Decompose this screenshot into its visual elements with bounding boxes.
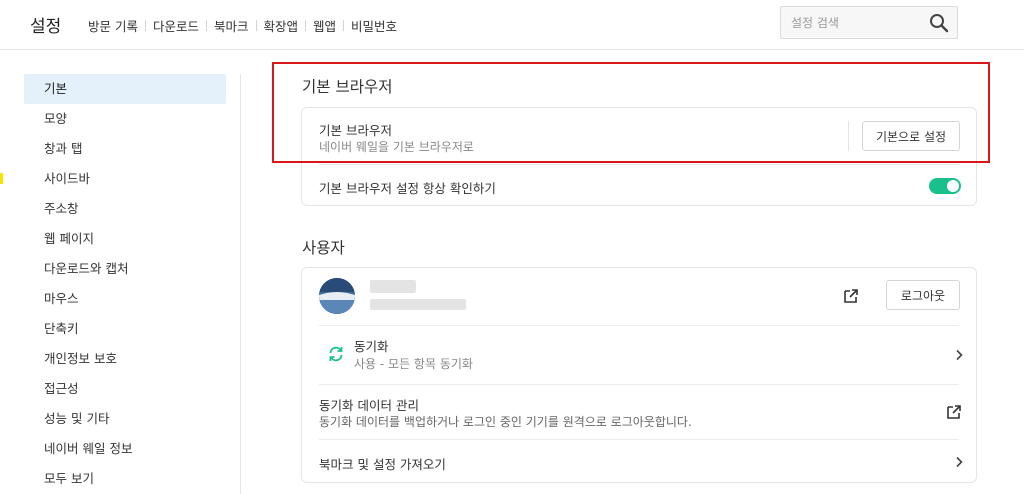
sync-subtitle: 사용 - 모든 항목 동기화 — [354, 357, 473, 371]
import-label: 북마크 및 설정 가져오기 — [319, 457, 446, 472]
user-section-title: 사용자 — [302, 239, 345, 257]
set-default-button[interactable]: 기본으로 설정 — [862, 121, 960, 151]
sync-icon — [329, 346, 343, 362]
profile-row: 로그아웃 — [302, 268, 976, 325]
search-input[interactable] — [791, 15, 921, 31]
sidebar: 기본 모양 창과 탭 사이드바 주소창 웹 페이지 다운로드와 캡처 마우스 단… — [24, 74, 226, 494]
sidebar-item-basic[interactable]: 기본 — [24, 74, 226, 104]
default-browser-card: 기본 브라우저 네이버 웨일을 기본 브라우저로 기본으로 설정 기본 브라우저… — [301, 107, 977, 206]
nav-separator — [144, 20, 146, 31]
nav-bookmarks[interactable]: 북마크 — [214, 16, 249, 35]
nav-separator — [206, 20, 207, 31]
button-separator — [848, 121, 849, 151]
top-bar: 설정 방문 기록 다운로드 북마크 확장앱 웹앱 비밀번호 — [0, 0, 1024, 50]
logout-button[interactable]: 로그아웃 — [886, 280, 960, 310]
sidebar-item-mouse[interactable]: 마우스 — [24, 284, 226, 314]
sidebar-item-performance[interactable]: 성능 및 기타 — [24, 404, 226, 434]
top-nav: 방문 기록 다운로드 북마크 확장앱 웹앱 비밀번호 — [88, 16, 397, 35]
profile-name-blurred — [370, 280, 416, 293]
nav-passwords[interactable]: 비밀번호 — [351, 16, 397, 35]
always-check-label: 기본 브라우저 설정 항상 확인하기 — [319, 181, 496, 196]
sidebar-item-sidebar[interactable]: 사이드바 — [24, 164, 226, 194]
search-icon[interactable] — [929, 13, 949, 33]
sync-data-subtitle: 동기화 데이터를 백업하거나 로그인 중인 기기를 원격으로 로그아웃합니다. — [319, 415, 692, 429]
default-browser-section-title: 기본 브라우저 — [302, 78, 393, 96]
sync-row[interactable]: 동기화 사용 - 모든 항목 동기화 — [302, 326, 976, 384]
sidebar-divider — [240, 74, 241, 494]
sync-data-title: 동기화 데이터 관리 — [319, 398, 419, 413]
nav-separator — [305, 20, 307, 31]
open-external-icon[interactable] — [946, 404, 962, 420]
toggle-knob — [947, 180, 959, 192]
sidebar-item-windows-tabs[interactable]: 창과 탭 — [24, 134, 226, 164]
nav-webapps[interactable]: 웹앱 — [313, 16, 336, 35]
sidebar-item-web-page[interactable]: 웹 페이지 — [24, 224, 226, 254]
nav-separator — [343, 20, 345, 31]
chevron-right-icon — [956, 349, 963, 361]
avatar — [319, 278, 355, 314]
open-external-icon[interactable] — [843, 288, 859, 304]
search-box[interactable] — [780, 6, 958, 39]
sync-data-row: 동기화 데이터 관리 동기화 데이터를 백업하거나 로그인 중인 기기를 원격으… — [302, 385, 976, 439]
nav-downloads[interactable]: 다운로드 — [153, 16, 199, 35]
sidebar-item-privacy[interactable]: 개인정보 보호 — [24, 344, 226, 374]
always-check-row: 기본 브라우저 설정 항상 확인하기 — [302, 165, 976, 207]
import-row[interactable]: 북마크 및 설정 가져오기 — [302, 440, 976, 484]
edge-marker — [0, 173, 3, 184]
default-browser-row-title: 기본 브라우저 — [319, 123, 392, 138]
sidebar-item-appearance[interactable]: 모양 — [24, 104, 226, 134]
default-browser-row-subtitle: 네이버 웨일을 기본 브라우저로 — [319, 140, 474, 154]
user-card: 로그아웃 동기화 사용 - 모든 항목 동기화 동기화 데이터 관리 동기화 데… — [301, 267, 977, 483]
always-check-toggle[interactable] — [929, 178, 961, 194]
sidebar-item-accessibility[interactable]: 접근성 — [24, 374, 226, 404]
sidebar-item-address-bar[interactable]: 주소창 — [24, 194, 226, 224]
nav-history[interactable]: 방문 기록 — [88, 16, 138, 35]
nav-extensions[interactable]: 확장앱 — [264, 16, 299, 35]
page-title: 설정 — [30, 17, 62, 37]
profile-email-blurred — [370, 299, 466, 310]
avatar-image — [319, 278, 355, 314]
sync-title: 동기화 — [354, 339, 389, 354]
nav-separator — [255, 20, 257, 31]
sidebar-item-view-all[interactable]: 모두 보기 — [24, 464, 226, 494]
chevron-right-icon — [956, 456, 963, 468]
sidebar-item-shortcuts[interactable]: 단축키 — [24, 314, 226, 344]
sidebar-item-about[interactable]: 네이버 웨일 정보 — [24, 434, 226, 464]
sidebar-item-download-capture[interactable]: 다운로드와 캡처 — [24, 254, 226, 284]
default-browser-row: 기본 브라우저 네이버 웨일을 기본 브라우저로 기본으로 설정 — [302, 108, 976, 164]
